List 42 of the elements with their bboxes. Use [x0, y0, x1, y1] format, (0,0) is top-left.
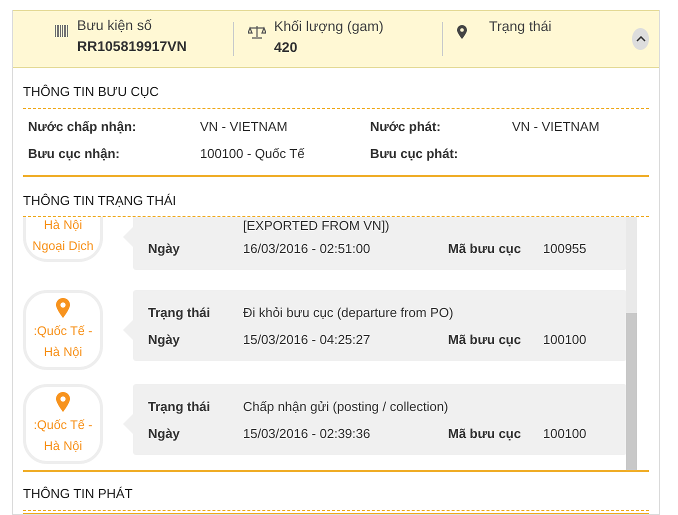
info-label: Nước chấp nhận: [28, 118, 138, 136]
date-value: 15/03/2016 - 02:39:36 [243, 425, 372, 443]
station-name: Hà Nội Ngoại Dịch [31, 217, 95, 255]
station-name: :Quốc Tế - Hà Nội [32, 322, 94, 360]
date-label: Ngày [148, 425, 181, 443]
info-label: Bưu cục phát: [370, 144, 460, 163]
field-label: Khối lượng (gam) [274, 17, 384, 36]
section-title: THÔNG TIN BƯU CỤC [23, 68, 649, 108]
post-code-label: Mã bưu cục [448, 425, 522, 443]
chevron-up-icon [636, 36, 646, 42]
status-value: Chấp nhận gửi (posting / collection) [243, 398, 450, 416]
post-code-value: 100955 [543, 240, 588, 258]
field-value: 420 [274, 38, 298, 57]
barcode-icon [55, 24, 69, 38]
field-label: Bưu kiện số [77, 16, 153, 35]
location-pin-icon [56, 298, 70, 318]
scrollbar-thumb[interactable] [626, 313, 637, 470]
info-label: Bưu cục nhận: [28, 144, 121, 162]
field-value: RR105819917VN [77, 37, 187, 56]
status-value: [EXPORTED FROM VN]) [243, 217, 390, 235]
section-title: THÔNG TIN PHÁT [23, 472, 649, 510]
info-label: Nước phát: [370, 118, 442, 136]
post-code-value: 100100 [543, 331, 588, 349]
location-pin-icon [457, 25, 467, 39]
date-label: Ngày [148, 240, 181, 258]
location-pin-icon [56, 392, 70, 412]
date-label: Ngày [148, 331, 181, 349]
date-value: 16/03/2016 - 02:51:00 [243, 240, 372, 258]
info-value: VN - VIETNAM [200, 118, 288, 136]
scale-icon [248, 25, 266, 39]
info-value: VN - VIETNAM [512, 118, 600, 136]
station-name: :Quốc Tế - Hà Nội [32, 416, 94, 454]
info-value: 100100 - Quốc Tế [200, 144, 306, 162]
post-code-label: Mã bưu cục [448, 240, 522, 258]
field-label: Trạng thái [489, 17, 552, 36]
status-label: Trạng thái [148, 398, 212, 416]
post-code-label: Mã bưu cục [448, 331, 522, 349]
date-value: 15/03/2016 - 04:25:27 [243, 331, 372, 349]
collapse-button[interactable] [632, 28, 649, 50]
status-label: Trạng thái [148, 304, 212, 322]
status-value: Đi khỏi bưu cục (departure from PO) [243, 304, 454, 322]
post-code-value: 100100 [543, 425, 588, 443]
